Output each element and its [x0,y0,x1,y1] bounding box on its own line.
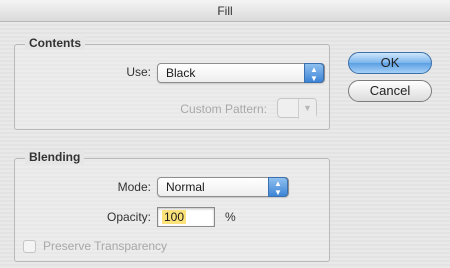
preserve-transparency-checkbox[interactable] [23,240,36,253]
use-popup-value: Black [166,66,196,80]
use-popup[interactable]: Black ▲ ▼ [157,63,325,83]
triangle-down-icon: ▼ [298,99,316,119]
contents-group: Contents Use: Black ▲ ▼ Custom Pattern: ▼ [14,36,330,130]
fill-dialog: Fill Contents Use: Black ▲ ▼ Custom Patte… [0,0,450,268]
updown-arrows-icon: ▲ ▼ [268,177,288,197]
cancel-button[interactable]: Cancel [348,80,432,102]
opacity-field[interactable]: 100 [157,207,215,227]
ok-button[interactable]: OK [348,52,432,74]
updown-arrows-icon: ▲ ▼ [304,63,324,83]
contents-legend: Contents [25,36,85,50]
window-title: Fill [0,0,450,22]
opacity-unit: % [225,210,236,224]
opacity-label: Opacity: [106,210,151,224]
mode-popup[interactable]: Normal ▲ ▼ [157,177,289,197]
blending-group: Blending Mode: Normal ▲ ▼ Opacity: 100 % … [14,150,330,262]
preserve-transparency-label: Preserve Transparency [43,239,168,253]
mode-label: Mode: [117,180,151,194]
custom-pattern-picker[interactable]: ▼ [277,98,317,119]
use-label: Use: [126,65,151,79]
blending-legend: Blending [25,150,85,164]
mode-popup-value: Normal [166,180,205,194]
opacity-value: 100 [162,210,187,224]
custom-pattern-label: Custom Pattern: [180,102,267,116]
